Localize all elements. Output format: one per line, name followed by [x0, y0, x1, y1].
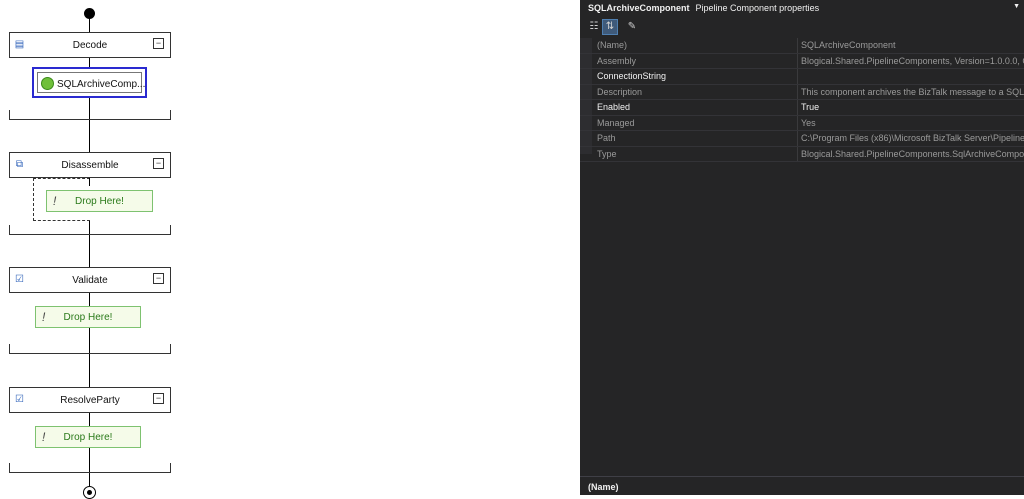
alphabetical-view-icon[interactable]: ⇅: [602, 19, 618, 35]
property-grid: (Name) SQLArchiveComponent Assembly Blogic…: [580, 38, 1024, 162]
collapse-icon[interactable]: −: [153, 38, 164, 49]
property-name: Type: [597, 148, 617, 159]
selected-object-name: SQLArchiveComponent: [588, 3, 690, 13]
stage-validate-bracket: [9, 344, 171, 354]
property-name: Description: [597, 86, 643, 97]
pipeline-connector: [89, 18, 90, 32]
drop-zone-resolveparty[interactable]: ! Drop Here!: [35, 426, 141, 448]
collapse-icon[interactable]: −: [153, 393, 164, 404]
drop-label: Drop Here!: [63, 312, 113, 323]
drop-label: Drop Here!: [75, 196, 124, 207]
properties-panel: SQLArchiveComponent Pipeline Component pr…: [580, 0, 1024, 495]
property-name: Assembly: [597, 55, 637, 66]
stage-title: Validate: [72, 275, 108, 286]
collapse-icon[interactable]: −: [153, 158, 164, 169]
collapse-icon[interactable]: −: [153, 273, 164, 284]
stage-decode-header[interactable]: ▤ Decode −: [9, 32, 171, 58]
stage-disassemble-bracket: [9, 225, 171, 235]
sqlarchive-component[interactable]: SQLArchiveComp...: [32, 67, 147, 98]
property-value[interactable]: C:\Program Files (x86)\Microsoft BizTalk…: [801, 133, 1024, 143]
pipeline-end-marker: [83, 486, 96, 499]
property-value[interactable]: This component archives the BizTalk mess…: [801, 87, 1024, 97]
property-value[interactable]: SQLArchiveComponent: [801, 40, 1024, 50]
property-pages-wrench-icon[interactable]: ✎: [625, 20, 639, 34]
pipeline-connector: [89, 178, 90, 186]
property-row-type[interactable]: Type Blogical.Shared.PipelineComponents.S…: [580, 146, 1024, 162]
stage-resolveparty-header[interactable]: ☑ ResolveParty −: [9, 387, 171, 413]
property-row-path[interactable]: Path C:\Program Files (x86)\Microsoft Biz…: [580, 131, 1024, 147]
property-description-title: (Name): [580, 476, 1024, 495]
property-row-name[interactable]: (Name) SQLArchiveComponent: [580, 38, 1024, 54]
stage-validate-header[interactable]: ☑ Validate −: [9, 267, 171, 293]
property-name: ConnectionString: [597, 71, 667, 81]
property-row-description[interactable]: Description This component archives the B…: [580, 84, 1024, 100]
pipeline-connector: [89, 413, 90, 426]
component-box[interactable]: SQLArchiveComp...: [37, 72, 146, 93]
property-row-assembly[interactable]: Assembly Blogical.Shared.PipelineComponen…: [580, 53, 1024, 69]
drop-label: Drop Here!: [63, 432, 113, 443]
stage-decode-bracket: [9, 110, 171, 120]
property-row-enabled[interactable]: Enabled True: [580, 100, 1024, 116]
pipeline-connector: [89, 58, 90, 67]
property-name: (Name): [597, 40, 628, 50]
property-value[interactable]: Blogical.Shared.PipelineComponents, Vers…: [801, 56, 1024, 66]
drop-zone-validate[interactable]: ! Drop Here!: [35, 306, 141, 328]
property-value[interactable]: Yes: [801, 118, 1024, 128]
properties-title-bar[interactable]: SQLArchiveComponent Pipeline Component pr…: [580, 0, 1024, 16]
drop-zone-disassemble[interactable]: ! Drop Here!: [46, 190, 153, 212]
categorized-view-icon[interactable]: ☷: [587, 20, 601, 34]
selected-object-kind: Pipeline Component properties: [695, 3, 820, 13]
property-value[interactable]: True: [801, 102, 1024, 112]
pipeline-connector: [89, 293, 90, 306]
component-label: SQLArchiveComp...: [57, 79, 146, 90]
property-row-connectionstring[interactable]: ConnectionString: [580, 69, 1024, 85]
stage-title: ResolveParty: [60, 395, 120, 406]
stage-title: Disassemble: [61, 160, 119, 171]
property-name: Path: [597, 133, 616, 143]
property-row-managed[interactable]: Managed Yes: [580, 115, 1024, 131]
property-name: Enabled: [597, 102, 631, 112]
stage-disassemble-header[interactable]: ⧉ Disassemble −: [9, 152, 171, 178]
stage-title: Decode: [72, 40, 108, 51]
stage-resolveparty-bracket: [9, 463, 171, 473]
pipeline-connector: [89, 98, 90, 152]
property-value[interactable]: Blogical.Shared.PipelineComponents.SqlAr…: [801, 149, 1024, 159]
property-name: Managed: [597, 117, 635, 128]
pipeline-connector: [89, 328, 90, 387]
pipeline-designer: ▤ Decode − SQLArchiveComp... ⧉ Disassemb…: [0, 0, 580, 499]
component-icon: [41, 77, 54, 90]
object-dropdown-icon[interactable]: ▼: [1013, 3, 1020, 10]
properties-toolbar: ☷ ⇅ ✎: [580, 17, 1024, 37]
